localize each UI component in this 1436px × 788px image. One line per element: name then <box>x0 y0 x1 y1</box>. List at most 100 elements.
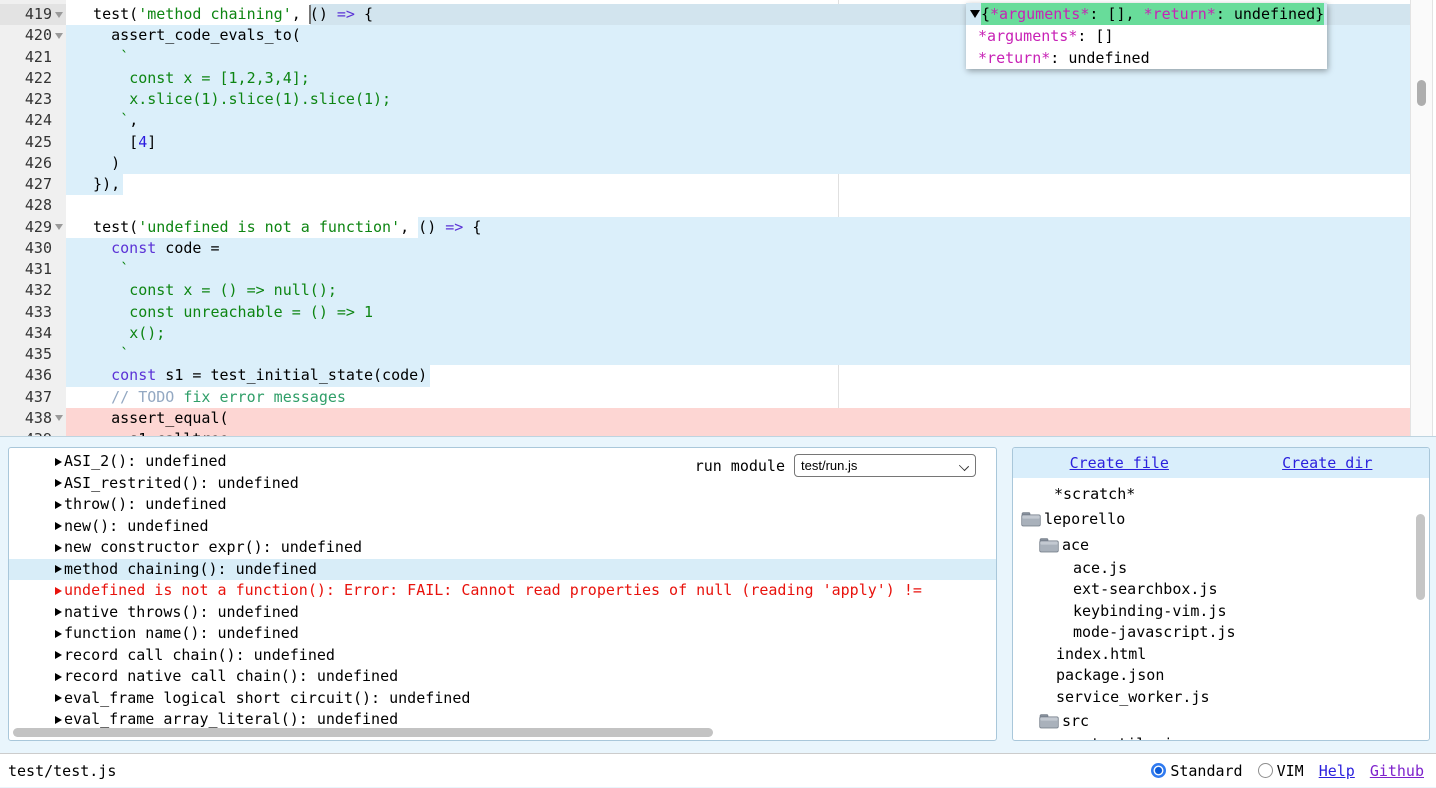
calltree-row[interactable]: throw(): undefined <box>9 494 996 516</box>
expand-triangle-icon[interactable] <box>55 587 62 595</box>
calltree-row[interactable]: method chaining(): undefined <box>9 559 996 581</box>
editor-code-line[interactable]: const unreachable = () => 1 <box>66 302 1410 323</box>
fold-arrow-icon[interactable] <box>55 415 63 421</box>
code-token: // TODO <box>111 388 174 406</box>
editor-code-line[interactable]: // TODO fix error messages <box>66 387 1410 408</box>
editor-code-line[interactable]: const code = <box>66 238 1410 259</box>
tooltip-header-row[interactable]: {*arguments*: [], *return*: undefined} <box>966 3 1327 25</box>
eval-highlight <box>66 408 1410 429</box>
code-token: : undefined <box>1050 49 1149 67</box>
eval-highlight <box>66 238 1410 259</box>
code-token: 'undefined is not a function' <box>138 218 400 236</box>
editor-scrollbar-thumb[interactable] <box>1417 80 1426 106</box>
calltree-row[interactable]: new constructor expr(): undefined <box>9 537 996 559</box>
expand-triangle-icon[interactable] <box>55 716 62 724</box>
fold-arrow-icon[interactable] <box>55 33 63 39</box>
filetree-row[interactable]: keybinding-vim.js <box>1013 601 1429 623</box>
collapse-triangle-icon[interactable] <box>970 10 980 18</box>
expand-triangle-icon[interactable] <box>55 630 62 638</box>
calltree-row[interactable]: function name(): undefined <box>9 623 996 645</box>
radio-unselected-icon[interactable] <box>1258 763 1273 778</box>
expand-triangle-icon[interactable] <box>55 458 62 466</box>
filetree-row[interactable]: ace.js <box>1013 558 1429 580</box>
tooltip-row-text: *return*: undefined <box>969 47 1150 69</box>
calltree-row[interactable]: native throws(): undefined <box>9 602 996 624</box>
line-number: 435 <box>25 344 52 365</box>
filetree-row[interactable]: index.html <box>1013 644 1429 666</box>
expand-triangle-icon[interactable] <box>55 544 62 552</box>
filetree-vertical-scrollbar[interactable] <box>1416 514 1425 600</box>
code-token: const <box>111 239 156 257</box>
filetree-row[interactable]: ext-searchbox.js <box>1013 579 1429 601</box>
editor-code-line[interactable]: const s1 = test_initial_state(code) <box>66 365 1410 386</box>
filetree-row[interactable]: *scratch* <box>1013 484 1429 506</box>
expand-triangle-icon[interactable] <box>55 522 62 530</box>
code-text: ` <box>75 260 129 278</box>
run-module-select[interactable]: test/run.js <box>794 454 976 477</box>
code-token: , <box>129 111 138 129</box>
create-dir-link[interactable]: Create dir <box>1282 454 1372 472</box>
expand-triangle-icon[interactable] <box>55 608 62 616</box>
fold-arrow-icon[interactable] <box>55 224 63 230</box>
github-link[interactable]: Github <box>1370 762 1424 780</box>
filetree-row[interactable]: ast_utils.js <box>1013 734 1429 741</box>
radio-selected-icon[interactable] <box>1151 763 1166 778</box>
calltree-horizontal-scrollbar[interactable] <box>13 728 713 737</box>
keybinding-standard-option[interactable]: Standard <box>1151 762 1242 780</box>
value-tooltip[interactable]: {*arguments*: [], *return*: undefined} *… <box>966 3 1327 69</box>
folder-icon <box>1039 713 1059 729</box>
calltree-row[interactable]: undefined is not a function(): Error: FA… <box>9 580 996 602</box>
editor-code-line[interactable]: x.slice(1).slice(1).slice(1); <box>66 89 1410 110</box>
editor-code-line[interactable]: ` <box>66 259 1410 280</box>
editor-code-line[interactable]: x(); <box>66 323 1410 344</box>
code-token <box>75 366 111 384</box>
filetree-row[interactable]: mode-javascript.js <box>1013 622 1429 644</box>
editor-code-line[interactable]: assert_equal( <box>66 408 1410 429</box>
create-file-link[interactable]: Create file <box>1070 454 1169 472</box>
code-token: const x = () => null(); <box>129 281 337 299</box>
editor-code-line[interactable]: s1.calltree <box>66 429 1410 437</box>
filetree-row[interactable]: src <box>1013 708 1429 734</box>
editor-code-line[interactable]: const x = [1,2,3,4]; <box>66 68 1410 89</box>
tooltip-row[interactable]: *arguments*: [] <box>966 25 1327 47</box>
expand-triangle-icon[interactable] <box>55 651 62 659</box>
editor-code-line[interactable]: `, <box>66 110 1410 131</box>
editor-code-line[interactable]: ) <box>66 153 1410 174</box>
filetree-row[interactable]: package.json <box>1013 665 1429 687</box>
expand-triangle-icon[interactable] <box>55 479 62 487</box>
help-link[interactable]: Help <box>1319 762 1355 780</box>
expand-triangle-icon[interactable] <box>55 565 62 573</box>
expand-triangle-icon[interactable] <box>55 694 62 702</box>
filetree-row[interactable]: service_worker.js <box>1013 687 1429 709</box>
code-text: test('method chaining', () => { <box>75 5 373 23</box>
calltree-row[interactable]: new(): undefined <box>9 516 996 538</box>
code-editor[interactable]: test('method chaining', () => { assert_c… <box>0 0 1436 437</box>
code-token: *return* <box>978 49 1050 67</box>
fold-arrow-icon[interactable] <box>55 12 63 18</box>
filetree-row[interactable]: ace <box>1013 532 1429 558</box>
editor-code-line[interactable]: const x = () => null(); <box>66 280 1410 301</box>
code-text: x(); <box>75 324 165 342</box>
editor-code-line[interactable]: test('undefined is not a function', () =… <box>66 217 1410 238</box>
line-number: 438 <box>25 408 52 429</box>
filetree-row[interactable]: leporello <box>1013 506 1429 532</box>
code-token <box>75 239 111 257</box>
text-cursor <box>309 5 311 24</box>
editor-code-line[interactable]: }), <box>66 174 1410 195</box>
editor-code-line[interactable]: [4] <box>66 132 1410 153</box>
calltree-row[interactable]: eval_frame logical short circuit(): unde… <box>9 688 996 710</box>
editor-code-line[interactable]: ` <box>66 344 1410 365</box>
code-token: 4 <box>138 133 147 151</box>
calltree-row[interactable]: record native call chain(): undefined <box>9 666 996 688</box>
keybinding-vim-option[interactable]: VIM <box>1258 762 1304 780</box>
code-token <box>75 281 129 299</box>
editor-code-line[interactable] <box>66 195 1410 216</box>
expand-triangle-icon[interactable] <box>55 501 62 509</box>
expand-triangle-icon[interactable] <box>55 673 62 681</box>
calltree-row[interactable]: record call chain(): undefined <box>9 645 996 667</box>
code-token: { <box>981 5 990 23</box>
tooltip-row[interactable]: *return*: undefined <box>966 47 1327 69</box>
gutter-line-number: 430 <box>0 238 66 259</box>
code-token: ` <box>120 111 129 129</box>
editor-vertical-scrollbar[interactable] <box>1410 0 1433 436</box>
